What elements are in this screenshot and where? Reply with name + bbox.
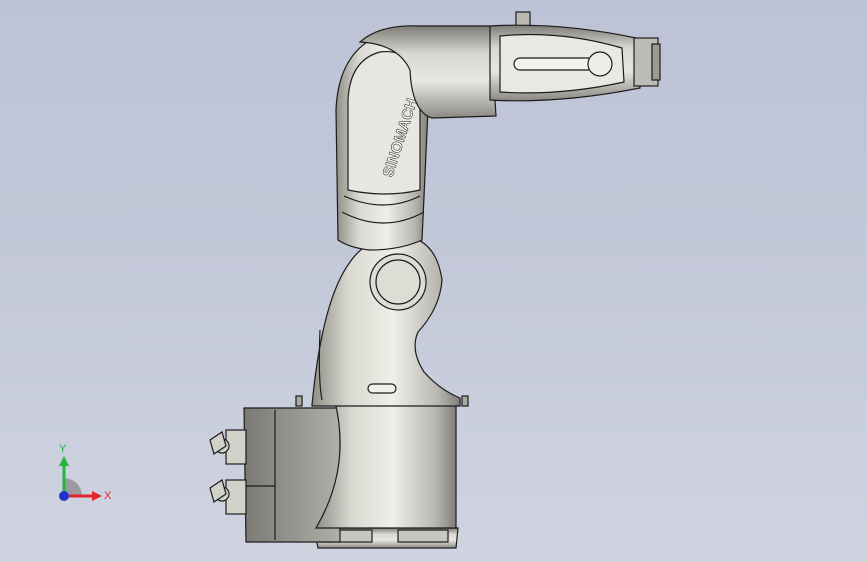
forearm-slot (513, 57, 595, 71)
connector-plug-upper (209, 429, 247, 465)
robot-arm-model[interactable]: SINOMACH (209, 11, 661, 549)
base-bolt (461, 395, 469, 407)
tool-flange (651, 43, 661, 81)
elbow-bolt (515, 11, 531, 27)
z-axis-dot (59, 491, 69, 501)
base-bolt (295, 395, 303, 407)
joint4-cap (587, 51, 613, 77)
base-foot-right (397, 529, 449, 543)
coordinate-triad: Y X (59, 443, 112, 502)
x-axis-head (92, 491, 102, 501)
y-axis-label: Y (59, 443, 67, 455)
connector-plug-lower (209, 479, 247, 515)
x-axis-label: X (104, 490, 112, 502)
joint2-cap (369, 253, 427, 311)
cad-viewport[interactable]: SINOMACH (0, 0, 867, 562)
y-axis-head (59, 456, 69, 466)
housing-slot (367, 383, 397, 394)
